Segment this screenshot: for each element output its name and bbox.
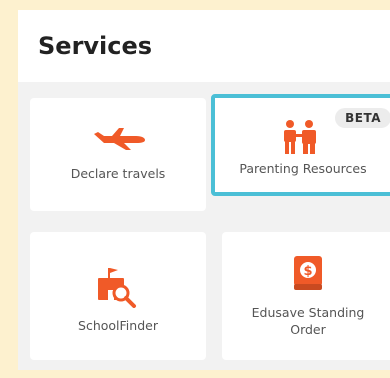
beta-badge: BETA (335, 108, 390, 128)
airplane-icon (92, 126, 146, 156)
service-card-declare-travels[interactable]: Declare travels (30, 98, 206, 211)
service-label: Edusave Standing Order (251, 305, 365, 337)
service-card-schoolfinder[interactable]: SchoolFinder (30, 232, 206, 360)
svg-text:$: $ (303, 264, 312, 279)
service-label: Parenting Resources (239, 161, 367, 176)
page-title: Services (38, 32, 153, 60)
dollar-book-icon: $ (292, 254, 324, 296)
service-label: SchoolFinder (78, 318, 158, 333)
service-card-parenting-resources[interactable]: BETA Parenting Resources (211, 94, 390, 196)
service-label: Declare travels (70, 166, 166, 181)
service-card-edusave-standing-order[interactable]: $ Edusave Standing Order (222, 232, 390, 360)
school-search-icon (94, 266, 140, 312)
services-panel: Services Declare travels BETA Parenting … (18, 10, 390, 370)
family-icon (281, 120, 321, 160)
services-header: Services (18, 10, 390, 82)
